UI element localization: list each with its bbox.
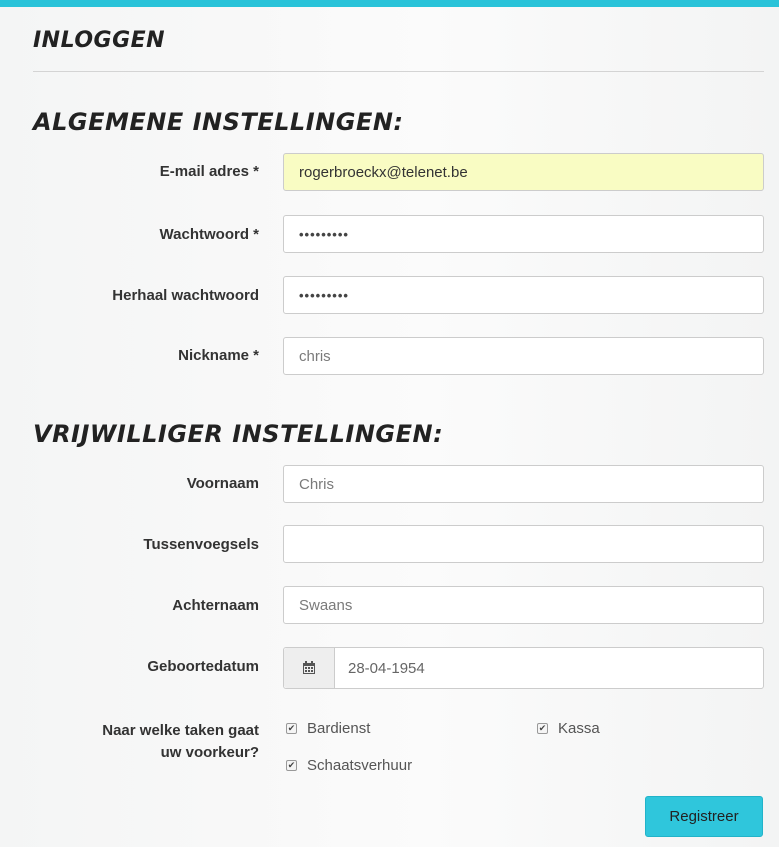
first-name-label: Voornaam bbox=[186, 475, 259, 492]
title-divider bbox=[33, 71, 764, 72]
email-label: E-mail adres * bbox=[159, 163, 259, 180]
password-label: Wachtwoord * bbox=[159, 226, 259, 243]
password-repeat-field[interactable]: ••••••••• bbox=[283, 276, 764, 314]
checkbox-bardienst[interactable]: ✔ bbox=[286, 723, 297, 734]
first-name-field[interactable]: Chris bbox=[283, 465, 764, 503]
infix-field[interactable] bbox=[283, 525, 764, 563]
birth-date-label: Geboortedatum bbox=[147, 658, 259, 675]
top-accent-bar bbox=[0, 0, 779, 7]
register-button[interactable]: Registreer bbox=[645, 796, 763, 837]
last-name-field[interactable]: Swaans bbox=[283, 586, 764, 624]
preference-schaatsverhuur-label: Schaatsverhuur bbox=[307, 757, 413, 774]
password-repeat-value: ••••••••• bbox=[299, 287, 349, 303]
preferences-label: Naar welke taken gaat uw voorkeur? bbox=[19, 720, 259, 764]
email-field[interactable]: rogerbroeckx@telenet.be bbox=[283, 153, 764, 191]
preference-bardienst-label: Bardienst bbox=[307, 720, 371, 737]
password-field[interactable]: ••••••••• bbox=[283, 215, 764, 253]
calendar-button[interactable] bbox=[284, 648, 335, 688]
nickname-label: Nickname * bbox=[178, 347, 259, 364]
birth-date-field[interactable]: 28-04-1954 bbox=[283, 647, 764, 689]
nickname-field[interactable]: chris bbox=[283, 337, 764, 375]
volunteer-section-heading: VRIJWILLIGER INSTELLINGEN: bbox=[33, 420, 444, 448]
calendar-icon bbox=[303, 661, 315, 674]
password-value: ••••••••• bbox=[299, 226, 349, 242]
preference-bardienst[interactable]: ✔ Bardienst bbox=[286, 720, 370, 737]
preferences-label-line1: Naar welke taken gaat bbox=[102, 722, 259, 739]
last-name-value: Swaans bbox=[299, 596, 353, 614]
birth-date-value: 28-04-1954 bbox=[348, 659, 425, 677]
general-section-heading: ALGEMENE INSTELLINGEN: bbox=[33, 108, 404, 136]
preference-kassa[interactable]: ✔ Kassa bbox=[537, 720, 600, 737]
preferences-label-line2: uw voorkeur? bbox=[160, 744, 259, 761]
page-title: INLOGGEN bbox=[33, 28, 166, 53]
nickname-value: chris bbox=[299, 347, 331, 365]
last-name-label: Achternaam bbox=[172, 597, 259, 614]
email-value: rogerbroeckx@telenet.be bbox=[299, 163, 468, 181]
first-name-value: Chris bbox=[299, 475, 335, 493]
password-repeat-label: Herhaal wachtwoord bbox=[112, 287, 259, 304]
preference-kassa-label: Kassa bbox=[558, 720, 600, 737]
checkbox-schaatsverhuur[interactable]: ✔ bbox=[286, 760, 297, 771]
checkbox-kassa[interactable]: ✔ bbox=[537, 723, 548, 734]
preference-schaatsverhuur[interactable]: ✔ Schaatsverhuur bbox=[286, 757, 412, 774]
infix-label: Tussenvoegsels bbox=[143, 536, 259, 553]
